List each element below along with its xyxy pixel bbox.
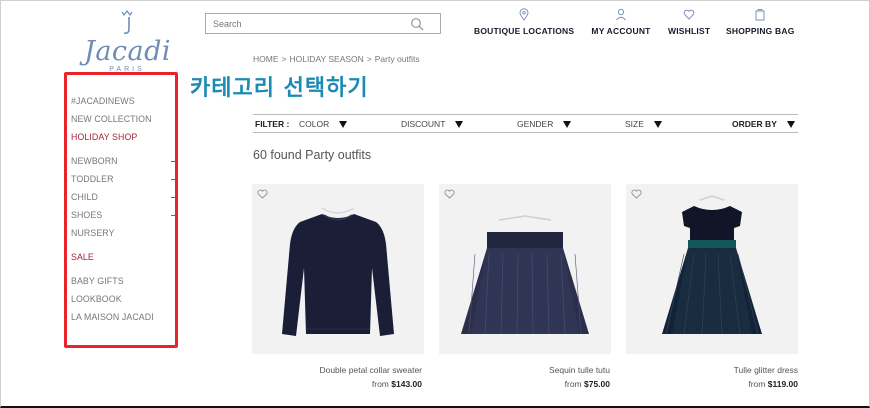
product-name[interactable]: Tulle glitter dress — [734, 365, 798, 375]
product-price: from $143.00 — [372, 379, 422, 389]
caret-down-icon — [653, 121, 662, 128]
logo-mark-icon — [121, 10, 133, 34]
nav-bag-label: SHOPPING BAG — [726, 26, 795, 36]
sidebar-item-la-maison-jacadi[interactable]: LA MAISON JACADI — [71, 312, 154, 322]
filter-gender-dropdown[interactable]: GENDER — [517, 119, 572, 129]
filter-size-dropdown[interactable]: SIZE — [625, 119, 662, 129]
sidebar-item-sale[interactable]: SALE — [71, 252, 94, 262]
breadcrumb: HOME > HOLIDAY SEASON > Party outfits — [253, 54, 423, 64]
sidebar-item-label: CHILD — [71, 192, 98, 202]
sidebar-item-lookbook[interactable]: LOOKBOOK — [71, 294, 122, 304]
wishlist-heart-icon[interactable] — [631, 189, 642, 199]
product-name[interactable]: Sequin tulle tutu — [549, 365, 610, 375]
nav-boutique-label: BOUTIQUE LOCATIONS — [474, 26, 575, 36]
sidebar-item-holiday-shop[interactable]: HOLIDAY SHOP — [71, 132, 137, 142]
caret-down-icon — [455, 121, 464, 128]
price-value: $143.00 — [391, 379, 422, 389]
sidebar-item-newborn[interactable]: NEWBORN — [71, 156, 175, 166]
product-image — [282, 207, 394, 336]
caret-down-icon — [339, 121, 348, 128]
sidebar-item-jacadinews[interactable]: #JACADINEWS — [71, 96, 135, 106]
expand-icon — [171, 161, 175, 162]
filter-discount-label: DISCOUNT — [401, 119, 446, 129]
price-prefix: from — [748, 379, 766, 389]
filter-color-dropdown[interactable]: COLOR — [299, 119, 348, 129]
nav-wishlist[interactable]: WISHLIST — [668, 8, 710, 40]
expand-icon — [171, 197, 175, 198]
product-card[interactable] — [252, 184, 424, 354]
filter-label: FILTER : — [255, 119, 290, 129]
breadcrumb-separator: > — [366, 54, 372, 64]
shopping-bag-icon — [755, 9, 765, 21]
results-count: 60 found Party outfits — [253, 148, 372, 162]
price-prefix: from — [564, 379, 582, 389]
breadcrumb-home[interactable]: HOME — [253, 54, 279, 64]
product-image — [662, 195, 762, 335]
price-value: $75.00 — [584, 379, 610, 389]
sidebar-item-toddler[interactable]: TODDLER — [71, 174, 175, 184]
nav-my-account[interactable]: MY ACCOUNT — [591, 8, 651, 40]
wishlist-heart-icon[interactable] — [257, 189, 268, 199]
sidebar-item-nursery[interactable]: NURSERY — [71, 228, 115, 238]
user-icon — [616, 8, 626, 21]
annotation-label: 카테고리 선택하기 — [190, 76, 369, 101]
caret-down-icon — [563, 121, 572, 128]
sidebar-item-new-collection[interactable]: NEW COLLECTION — [71, 114, 152, 124]
sidebar-item-label: SHOES — [71, 210, 103, 220]
expand-icon — [171, 215, 175, 216]
filter-gender-label: GENDER — [517, 119, 554, 129]
nav-wishlist-label: WISHLIST — [668, 26, 711, 36]
nav-boutique-locations[interactable]: BOUTIQUE LOCATIONS — [474, 8, 574, 40]
price-prefix: from — [371, 379, 389, 389]
product-price: from $75.00 — [565, 379, 610, 389]
product-image — [461, 215, 589, 335]
breadcrumb-current: Party outfits — [374, 54, 420, 64]
expand-icon — [171, 179, 175, 180]
nav-account-label: MY ACCOUNT — [591, 26, 651, 36]
search-icon[interactable] — [410, 17, 424, 31]
order-by-label: ORDER BY — [732, 119, 777, 129]
order-by-dropdown[interactable]: ORDER BY — [732, 119, 795, 129]
sidebar-item-label: TODDLER — [71, 174, 114, 184]
filter-bar: FILTER : COLOR DISCOUNT GENDER SIZE ORDE… — [253, 114, 798, 133]
wishlist-heart-icon[interactable] — [444, 189, 455, 199]
product-name[interactable]: Double petal collar sweater — [319, 365, 422, 375]
price-value: $119.00 — [767, 379, 798, 389]
search-input[interactable] — [206, 14, 396, 34]
brand-logo[interactable]: Jacadi PARIS — [84, 8, 172, 73]
search-box — [205, 13, 441, 34]
sidebar-item-baby-gifts[interactable]: BABY GIFTS — [71, 276, 124, 286]
sidebar-item-shoes[interactable]: SHOES — [71, 210, 175, 220]
nav-shopping-bag[interactable]: SHOPPING BAG — [726, 8, 794, 40]
product-card[interactable] — [439, 184, 611, 354]
filter-size-label: SIZE — [625, 119, 644, 129]
breadcrumb-separator: > — [281, 54, 287, 64]
filter-discount-dropdown[interactable]: DISCOUNT — [401, 119, 464, 129]
location-pin-icon — [519, 8, 529, 21]
filter-color-label: COLOR — [299, 119, 330, 129]
sidebar-item-child[interactable]: CHILD — [71, 192, 175, 202]
caret-down-icon — [786, 121, 795, 128]
logo-wordmark: Jacadi — [84, 36, 172, 67]
sidebar-item-label: NEWBORN — [71, 156, 118, 166]
breadcrumb-season[interactable]: HOLIDAY SEASON — [289, 54, 363, 64]
product-card[interactable] — [626, 184, 798, 354]
product-price: from $119.00 — [748, 379, 798, 389]
heart-icon — [683, 9, 695, 20]
